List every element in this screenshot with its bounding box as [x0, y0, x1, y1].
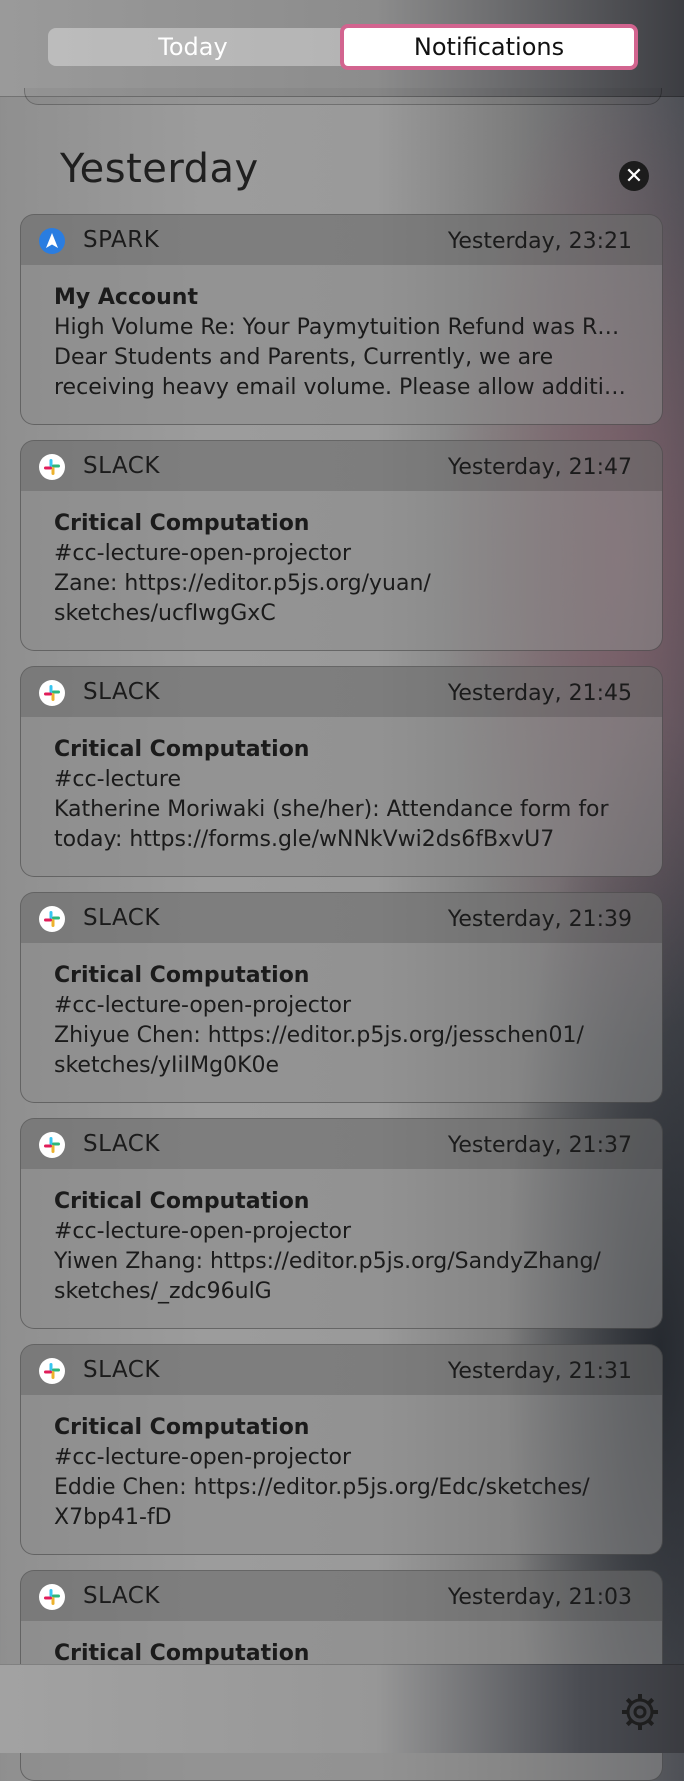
- notification-header: SLACK Yesterday, 21:47: [21, 441, 662, 491]
- notification-text-line: receiving heavy email volume. Please all…: [54, 375, 626, 400]
- notification-text-line: Yiwen Zhang: https://editor.p5js.org/San…: [54, 1249, 601, 1274]
- notification-header: SLACK Yesterday, 21:37: [21, 1119, 662, 1169]
- notification-body: Critical Computation #cc-lecture-open-pro…: [21, 943, 662, 1081]
- notification-text-line: #cc-lecture-open-projector: [54, 993, 352, 1018]
- app-name: SLACK: [83, 1131, 160, 1157]
- notification-header: SPARK Yesterday, 23:21: [21, 215, 662, 265]
- notification-time: Yesterday, 21:45: [447, 681, 632, 706]
- notification-body: Critical Computation #cc-lecture Katherine…: [21, 717, 662, 855]
- slack-icon: [39, 454, 65, 480]
- footer-bar: [0, 1664, 684, 1753]
- notification-card[interactable]: SLACK Yesterday, 21:31 Critical Computatio…: [20, 1344, 663, 1555]
- notification-body: Critical Computation #cc-lecture-open-pro…: [21, 491, 662, 629]
- notification-time: Yesterday, 21:03: [447, 1585, 632, 1610]
- notification-text-line: Dear Students and Parents, Currently, we…: [54, 345, 554, 370]
- notification-text-line: sketches/yIiIMg0K0e: [54, 1053, 280, 1078]
- notification-text-line: High Volume Re: Your Paymytuition Refund…: [54, 315, 620, 340]
- notification-body: Critical Computation #cc-lecture-open-pro…: [21, 1169, 662, 1307]
- notification-time: Yesterday, 21:39: [447, 907, 632, 932]
- notification-title: Critical Computation: [54, 1415, 310, 1440]
- spark-icon: [39, 228, 65, 254]
- notification-header: SLACK Yesterday, 21:31: [21, 1345, 662, 1395]
- notification-text-line: #cc-lecture-open-projector: [54, 1219, 352, 1244]
- notification-card[interactable]: SLACK Yesterday, 21:45 Critical Computatio…: [20, 666, 663, 877]
- notification-text-line: #cc-lecture-open-projector: [54, 541, 352, 566]
- app-name: SLACK: [83, 1357, 160, 1383]
- notification-body: Critical Computation: [21, 1621, 662, 1669]
- notification-card[interactable]: SLACK Yesterday, 21:47 Critical Computatio…: [20, 440, 663, 651]
- notification-text-line: sketches/_zdc96ulG: [54, 1279, 272, 1304]
- slack-icon: [39, 1132, 65, 1158]
- close-icon: ✕: [624, 163, 644, 189]
- notification-card[interactable]: SLACK Yesterday, 21:37 Critical Computatio…: [20, 1118, 663, 1329]
- notification-title: Critical Computation: [54, 963, 310, 988]
- notification-text-line: Katherine Moriwaki (she/her): Attendance…: [54, 797, 609, 822]
- notification-header: SLACK Yesterday, 21:39: [21, 893, 662, 943]
- notification-title: Critical Computation: [54, 511, 310, 536]
- notification-body: My Account High Volume Re: Your Paymytuit…: [21, 265, 662, 403]
- notification-time: Yesterday, 23:21: [447, 229, 632, 254]
- slack-icon: [39, 1358, 65, 1384]
- notification-text-line: sketches/ucfIwgGxC: [54, 601, 276, 626]
- header-bar: Today Notifications: [0, 0, 684, 97]
- notification-time: Yesterday, 21:31: [447, 1359, 632, 1384]
- tab-today[interactable]: Today: [48, 28, 338, 66]
- app-name: SLACK: [83, 1583, 160, 1609]
- notification-time: Yesterday, 21:47: [447, 455, 632, 480]
- section-title: Yesterday: [60, 146, 259, 192]
- app-name: SLACK: [83, 905, 160, 931]
- notification-card[interactable]: SPARK Yesterday, 23:21 My Account High Volu…: [20, 214, 663, 425]
- slack-icon: [39, 906, 65, 932]
- notification-time: Yesterday, 21:37: [447, 1133, 632, 1158]
- app-name: SLACK: [83, 679, 160, 705]
- notification-text-line: Zane: https://editor.p5js.org/yuan/: [54, 571, 431, 596]
- notification-text-line: #cc-lecture: [54, 767, 181, 792]
- app-name: SLACK: [83, 453, 160, 479]
- notification-body: Critical Computation #cc-lecture-open-pro…: [21, 1395, 662, 1533]
- slack-icon: [39, 680, 65, 706]
- notification-text-line: X7bp41-fD: [54, 1505, 172, 1530]
- notification-text-line: Zhiyue Chen: https://editor.p5js.org/jes…: [54, 1023, 584, 1048]
- notification-title: Critical Computation: [54, 1189, 310, 1214]
- app-name: SPARK: [83, 227, 160, 253]
- notification-text-line: Eddie Chen: https://editor.p5js.org/Edc/…: [54, 1475, 590, 1500]
- notification-header: SLACK Yesterday, 21:45: [21, 667, 662, 717]
- gear-icon[interactable]: [620, 1692, 660, 1732]
- clear-section-button[interactable]: ✕: [619, 161, 649, 191]
- view-switcher: Today Notifications: [48, 24, 638, 70]
- notification-header: SLACK Yesterday, 21:03: [21, 1571, 662, 1621]
- notification-title: Critical Computation: [54, 737, 310, 762]
- previous-section-edge: [24, 88, 662, 105]
- notification-card[interactable]: SLACK Yesterday, 21:39 Critical Computatio…: [20, 892, 663, 1103]
- slack-icon: [39, 1584, 65, 1610]
- notification-title: My Account: [54, 285, 198, 310]
- notification-text-line: today: https://forms.gle/wNNkVwi2ds6fBxv…: [54, 827, 555, 852]
- tab-notifications[interactable]: Notifications: [340, 24, 638, 70]
- notification-text-line: #cc-lecture-open-projector: [54, 1445, 352, 1470]
